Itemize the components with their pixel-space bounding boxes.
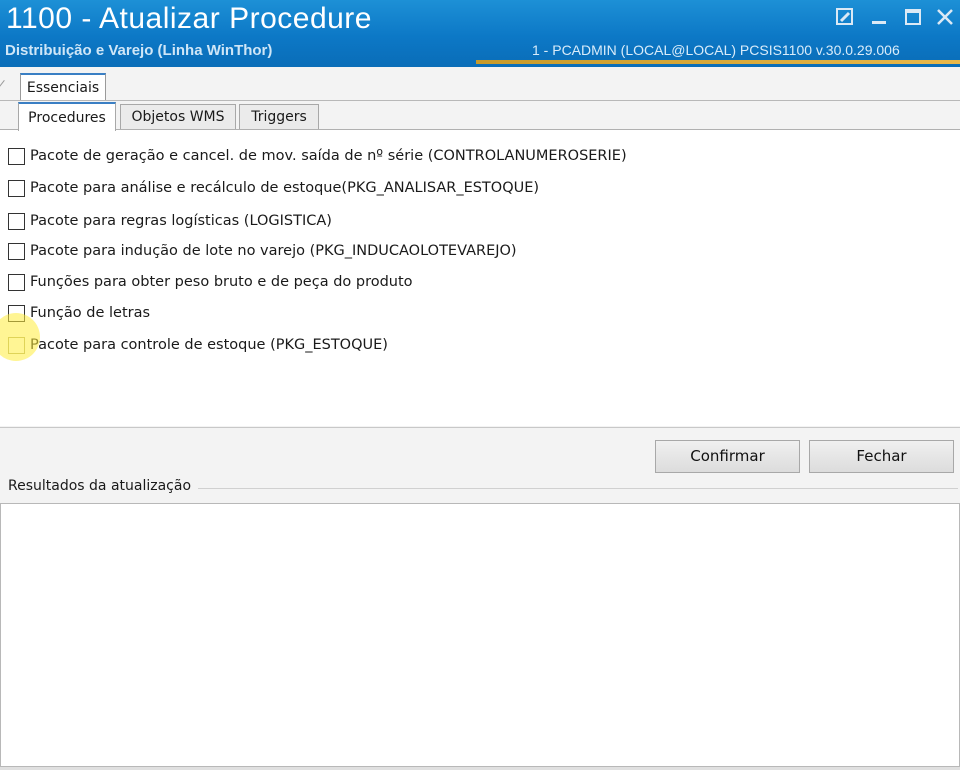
close-button[interactable]: Fechar: [809, 440, 954, 473]
procedure-label: Pacote para regras logísticas (LOGISTICA…: [30, 213, 332, 229]
checkbox[interactable]: [8, 242, 25, 260]
results-textarea[interactable]: [0, 503, 960, 767]
tab-objetos-wms[interactable]: Objetos WMS: [120, 104, 236, 129]
procedure-option[interactable]: Pacote de geração e cancel. de mov. saíd…: [8, 146, 627, 166]
checkbox[interactable]: [8, 336, 25, 354]
procedure-option[interactable]: Pacote para indução de lote no varejo (P…: [8, 241, 517, 261]
tab-procedures[interactable]: Procedures: [18, 102, 116, 131]
session-info: 1 - PCADMIN (LOCAL@LOCAL) PCSIS1100 v.30…: [532, 42, 900, 58]
procedure-option[interactable]: Pacote para regras logísticas (LOGISTICA…: [8, 211, 332, 231]
group-line: [198, 488, 958, 489]
procedure-option[interactable]: Função de letras: [8, 303, 150, 323]
checkbox[interactable]: [8, 179, 25, 197]
procedure-label: Pacote para análise e recálculo de estoq…: [30, 180, 540, 196]
procedure-label: Pacote para indução de lote no varejo (P…: [30, 243, 517, 259]
tab-triggers[interactable]: Triggers: [239, 104, 319, 129]
procedure-label: Funções para obter peso bruto e de peça …: [30, 274, 413, 290]
window-title: 1100 - Atualizar Procedure: [6, 2, 372, 35]
results-label: Resultados da atualização: [8, 478, 196, 494]
checkbox[interactable]: [8, 147, 25, 165]
edit-icon[interactable]: [834, 6, 856, 28]
procedure-option[interactable]: Pacote para análise e recálculo de estoq…: [8, 178, 539, 198]
minimize-icon[interactable]: [868, 6, 890, 28]
title-bar[interactable]: 1100 - Atualizar Procedure Distribuição …: [0, 0, 960, 67]
checkbox[interactable]: [8, 212, 25, 230]
close-icon[interactable]: [934, 6, 956, 28]
checkbox[interactable]: [8, 273, 25, 291]
outer-tab-divider: [0, 100, 960, 101]
title-accent-bar: [476, 60, 960, 64]
window-subtitle: Distribuição e Varejo (Linha WinThor): [5, 42, 273, 59]
procedure-label: Função de letras: [30, 305, 151, 321]
panel-separator: [0, 427, 960, 428]
procedure-label: Pacote para controle de estoque (PKG_EST…: [30, 337, 388, 353]
procedure-option[interactable]: Funções para obter peso bruto e de peça …: [8, 272, 413, 292]
checkbox[interactable]: [8, 304, 25, 322]
procedure-option[interactable]: Pacote para controle de estoque (PKG_EST…: [8, 335, 388, 355]
tab-essenciais[interactable]: Essenciais: [20, 73, 106, 101]
confirm-button[interactable]: Confirmar: [655, 440, 800, 473]
procedure-label: Pacote de geração e cancel. de mov. saíd…: [30, 148, 627, 164]
maximize-icon[interactable]: [902, 6, 924, 28]
